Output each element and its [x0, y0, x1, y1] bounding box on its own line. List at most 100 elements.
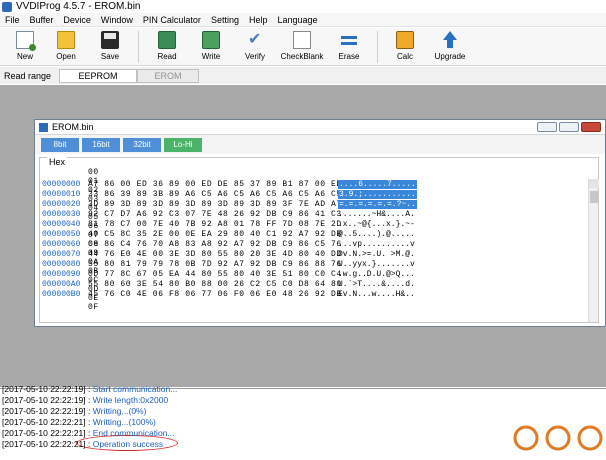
log-message: Start communication... [92, 384, 178, 394]
verify-button[interactable]: Verify [233, 28, 277, 66]
new-button[interactable]: New [6, 28, 44, 66]
erom-window-title-bar[interactable]: EROM.bin [35, 120, 605, 135]
hex-bytes[interactable]: 44 76 E0 4E 00 3E 3D 80 55 80 20 3E 4D 8… [88, 250, 342, 259]
erom-window: EROM.bin 8bit 16bit 32bit Lo-Hi Hex 00 0… [34, 119, 606, 327]
hex-ascii[interactable]: .w.g..D.U.@>Q... [338, 270, 415, 279]
menu-help[interactable]: Help [249, 15, 268, 25]
mode-8bit-button[interactable]: 8bit [41, 137, 79, 152]
hex-ascii[interactable]: .......~H&....A. [338, 210, 415, 219]
hex-bytes[interactable]: 45 76 C0 4E 06 F8 06 77 06 F0 06 E0 48 2… [88, 290, 342, 299]
hex-editor[interactable]: Hex 00 01 02 03 04 05 06 07 08 09 0A 0B … [39, 157, 599, 323]
floppy-icon [101, 31, 119, 49]
new-file-icon [16, 31, 36, 51]
minimize-icon[interactable] [537, 122, 557, 132]
checkblank-button-label: CheckBlank [280, 52, 324, 61]
toolbar-separator [138, 31, 139, 63]
check-icon [246, 29, 264, 49]
calc-button[interactable]: Calc [384, 28, 426, 66]
toolbar: New Open Save Read Write Verify CheckBla… [0, 28, 606, 66]
open-button-label: Open [56, 52, 76, 61]
hex-address: 000000A0 [42, 280, 81, 289]
hex-bytes[interactable]: A7 86 00 ED 36 89 00 ED DE 85 37 89 B1 8… [88, 180, 342, 189]
upgrade-button-label: Upgrade [434, 52, 466, 61]
erase-icon [340, 31, 358, 49]
open-button[interactable]: Open [44, 28, 88, 66]
menu-setting[interactable]: Setting [211, 15, 239, 25]
upgrade-button[interactable]: Upgrade [426, 28, 474, 66]
log-message: Operation success [92, 439, 164, 449]
title-bar: VVDIProg 4.5.7 - EROM.bin [0, 0, 606, 13]
hex-bytes[interactable]: 0D 77 8C 67 05 EA 44 80 55 80 40 3E 51 8… [88, 270, 342, 279]
toolbar-separator [377, 31, 378, 63]
hex-ascii[interactable]: Dv.N.>=.U. >M.@. [338, 250, 415, 259]
hex-ascii[interactable]: 3.9.;........... [338, 190, 417, 199]
write-button[interactable]: Write [189, 28, 233, 66]
hex-address: 00000080 [42, 260, 81, 269]
log-message: Writting...(100%) [92, 417, 156, 427]
hex-bytes[interactable]: 55 80 81 79 79 78 0B 7D 92 A7 92 DB C9 8… [88, 260, 342, 269]
log-line: [2017-05-10 22:22:19] : Writting...(0%) [2, 406, 146, 417]
menu-device[interactable]: Device [63, 15, 91, 25]
vertical-scrollbar[interactable] [588, 179, 599, 322]
tab-eeprom[interactable]: EEPROM [59, 68, 138, 83]
mode-32bit-button[interactable]: 32bit [123, 137, 161, 152]
log-timestamp: [2017-05-10 22:22:19] [2, 406, 86, 416]
restore-icon[interactable] [559, 122, 579, 132]
calc-button-label: Calc [396, 52, 413, 61]
log-separator: : [85, 428, 93, 438]
hex-bytes[interactable]: 55 80 60 3E 54 80 B0 88 00 26 C2 C5 C0 D… [88, 280, 342, 289]
hex-address: 000000B0 [42, 290, 81, 299]
checkblank-button[interactable]: CheckBlank [277, 28, 327, 66]
hex-ascii[interactable]: @..5....).@..... [338, 230, 415, 239]
scroll-thumb[interactable] [590, 191, 598, 203]
log-timestamp: [2017-05-10 22:22:21] [2, 417, 86, 427]
mode-16bit-button[interactable]: 16bit [82, 137, 120, 152]
hex-ascii[interactable]: ...vp..........v [338, 240, 415, 249]
menu-buffer[interactable]: Buffer [30, 15, 54, 25]
menu-window[interactable]: Window [101, 15, 133, 25]
log-message: Write length:0x2000 [92, 395, 169, 405]
hex-ascii[interactable]: U..yyx.}.......v [338, 260, 415, 269]
hex-address: 00000030 [42, 210, 81, 219]
log-separator: : [85, 417, 93, 427]
log-line: [2017-05-10 22:22:21] : Operation succes… [2, 439, 163, 450]
hex-bytes[interactable]: 33 86 39 89 3B 89 A6 C5 A6 C5 A6 C5 A6 C… [88, 190, 342, 199]
hex-ascii[interactable]: .x..~@{...x.}.~- [338, 220, 415, 229]
new-button-label: New [16, 52, 33, 61]
menu-pin-calculator[interactable]: PIN Calculator [143, 15, 201, 25]
scroll-up-icon[interactable] [589, 179, 599, 188]
read-button[interactable]: Read [145, 28, 189, 66]
save-button[interactable]: Save [88, 28, 132, 66]
hex-ascii[interactable]: =.=.=.=.=.=.?~.. [338, 200, 417, 209]
erom-window-title: EROM.bin [52, 122, 94, 132]
erase-button-label: Erase [338, 52, 360, 61]
verify-button-label: Verify [244, 52, 265, 61]
hex-group-label: Hex [47, 157, 68, 167]
mode-lo-hi-button[interactable]: Lo-Hi [164, 137, 202, 152]
hex-bytes[interactable]: 81 78 C7 00 7E 40 7B 92 A8 01 78 FF 7D 0… [88, 220, 342, 229]
log-separator: : [85, 406, 93, 416]
hex-ascii[interactable]: ....6.....7..... [338, 180, 417, 189]
log-timestamp: [2017-05-10 22:22:21] [2, 439, 86, 449]
hex-address: 00000070 [42, 250, 81, 259]
menu-file[interactable]: File [5, 15, 20, 25]
menu-bar: File Buffer Device Window PIN Calculator… [0, 13, 606, 27]
hex-ascii[interactable]: Ev.N...w....H&.. [338, 290, 415, 299]
hex-bytes[interactable]: C9 86 C4 76 70 A8 83 A8 92 A7 92 DB C9 8… [88, 240, 342, 249]
hex-bytes[interactable]: 3D 89 3D 89 3D 89 3D 89 3D 89 3D 89 3F 7… [88, 200, 342, 209]
hex-bytes[interactable]: 40 C5 8C 35 2E 00 0E EA 29 80 40 C1 92 A… [88, 230, 342, 239]
tab-erom[interactable]: EROM [137, 68, 200, 83]
view-mode-bar: 8bit 16bit 32bit Lo-Hi [35, 135, 605, 154]
hex-bytes[interactable]: 92 C7 D7 A6 92 C3 07 7E 48 26 92 DB C9 8… [88, 210, 342, 219]
erase-button[interactable]: Erase [327, 28, 371, 66]
hex-ascii[interactable]: U.`>T....&....d. [338, 280, 415, 289]
log-message: End communication... [92, 428, 175, 438]
write-button-label: Write [201, 52, 221, 61]
log-separator: : [85, 439, 93, 449]
hex-address: 00000050 [42, 230, 81, 239]
hex-address: 00000040 [42, 220, 81, 229]
close-icon[interactable] [581, 122, 601, 132]
calculator-icon [396, 31, 414, 49]
menu-language[interactable]: Language [277, 15, 317, 25]
document-icon [39, 122, 48, 132]
